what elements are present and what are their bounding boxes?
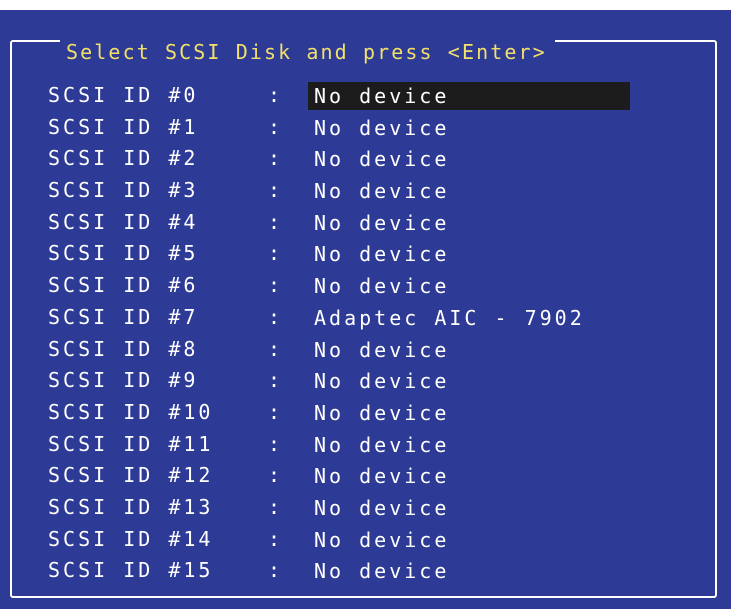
scsi-id-label: SCSI ID #7 <box>48 304 199 329</box>
device-value: No device <box>314 400 450 425</box>
scsi-id-label: SCSI ID #9 <box>48 368 199 393</box>
scsi-id-label: SCSI ID #10 <box>48 399 214 424</box>
device-value: No device <box>314 527 450 552</box>
device-value: No device <box>314 115 450 140</box>
scsi-device-row[interactable]: SCSI ID #1: No device <box>48 112 668 144</box>
scsi-id-label: SCSI ID #3 <box>48 178 199 203</box>
scsi-device-row[interactable]: SCSI ID #13: No device <box>48 492 668 524</box>
device-value: No device <box>314 147 450 172</box>
separator-colon: : <box>268 336 284 361</box>
device-value: No device <box>314 179 450 204</box>
device-value: No device <box>314 464 450 489</box>
separator-colon: : <box>268 241 284 266</box>
scsi-id-label: SCSI ID #14 <box>48 526 214 551</box>
separator-colon: : <box>268 178 284 203</box>
device-value: No device <box>314 369 450 394</box>
device-value: No device <box>314 210 450 235</box>
separator-colon: : <box>268 209 284 234</box>
separator-colon: : <box>268 558 284 583</box>
scsi-device-row[interactable]: SCSI ID #11: No device <box>48 429 668 461</box>
scsi-device-row[interactable]: SCSI ID #2: No device <box>48 143 668 175</box>
scsi-device-row[interactable]: SCSI ID #8: No device <box>48 334 668 366</box>
scsi-device-row[interactable]: SCSI ID #0: No device <box>48 80 668 112</box>
scsi-device-row[interactable]: SCSI ID #10: No device <box>48 397 668 429</box>
scsi-device-row[interactable]: SCSI ID #14: No device <box>48 524 668 556</box>
device-value: No device <box>314 495 450 520</box>
dialog-title: Select SCSI Disk and press <Enter> <box>60 39 555 65</box>
separator-colon: : <box>268 114 284 139</box>
scsi-device-row[interactable]: SCSI ID #7: Adaptec AIC - 7902 <box>48 302 668 334</box>
separator-colon: : <box>268 431 284 456</box>
device-value: No device <box>314 559 450 584</box>
scsi-id-label: SCSI ID #13 <box>48 494 214 519</box>
separator-colon: : <box>268 463 284 488</box>
device-value: No device <box>314 242 450 267</box>
device-value: No device <box>314 337 450 362</box>
scsi-id-label: SCSI ID #2 <box>48 146 199 171</box>
scsi-device-row[interactable]: SCSI ID #12: No device <box>48 460 668 492</box>
scsi-device-row[interactable]: SCSI ID #5: No device <box>48 238 668 270</box>
separator-colon: : <box>268 368 284 393</box>
scsi-id-label: SCSI ID #5 <box>48 241 199 266</box>
scsi-id-label: SCSI ID #15 <box>48 558 214 583</box>
device-value: No device <box>314 274 450 299</box>
separator-colon: : <box>268 304 284 329</box>
scsi-device-row[interactable]: SCSI ID #15: No device <box>48 555 668 587</box>
device-value: Adaptec AIC - 7902 <box>314 305 585 330</box>
scsi-device-row[interactable]: SCSI ID #4: No device <box>48 207 668 239</box>
scsi-id-label: SCSI ID #0 <box>48 83 199 107</box>
separator-colon: : <box>268 273 284 298</box>
separator-colon: : <box>268 399 284 424</box>
scsi-device-row[interactable]: SCSI ID #6: No device <box>48 270 668 302</box>
separator-colon: : <box>268 526 284 551</box>
selected-device-value: No device <box>308 82 630 110</box>
separator-colon: : <box>268 146 284 171</box>
separator-colon: : <box>268 83 284 107</box>
separator-colon: : <box>268 494 284 519</box>
scsi-device-row[interactable]: SCSI ID #3: No device <box>48 175 668 207</box>
scsi-id-label: SCSI ID #11 <box>48 431 214 456</box>
device-value: No device <box>314 432 450 457</box>
scsi-id-label: SCSI ID #1 <box>48 114 199 139</box>
scsi-device-row[interactable]: SCSI ID #9: No device <box>48 365 668 397</box>
scsi-id-label: SCSI ID #6 <box>48 273 199 298</box>
scsi-id-label: SCSI ID #12 <box>48 463 214 488</box>
scsi-id-label: SCSI ID #4 <box>48 209 199 234</box>
bios-screen: Select SCSI Disk and press <Enter> SCSI … <box>0 10 731 609</box>
scsi-id-label: SCSI ID #8 <box>48 336 199 361</box>
scsi-device-list: SCSI ID #0: No device SCSI ID #1: No device… <box>48 80 668 587</box>
